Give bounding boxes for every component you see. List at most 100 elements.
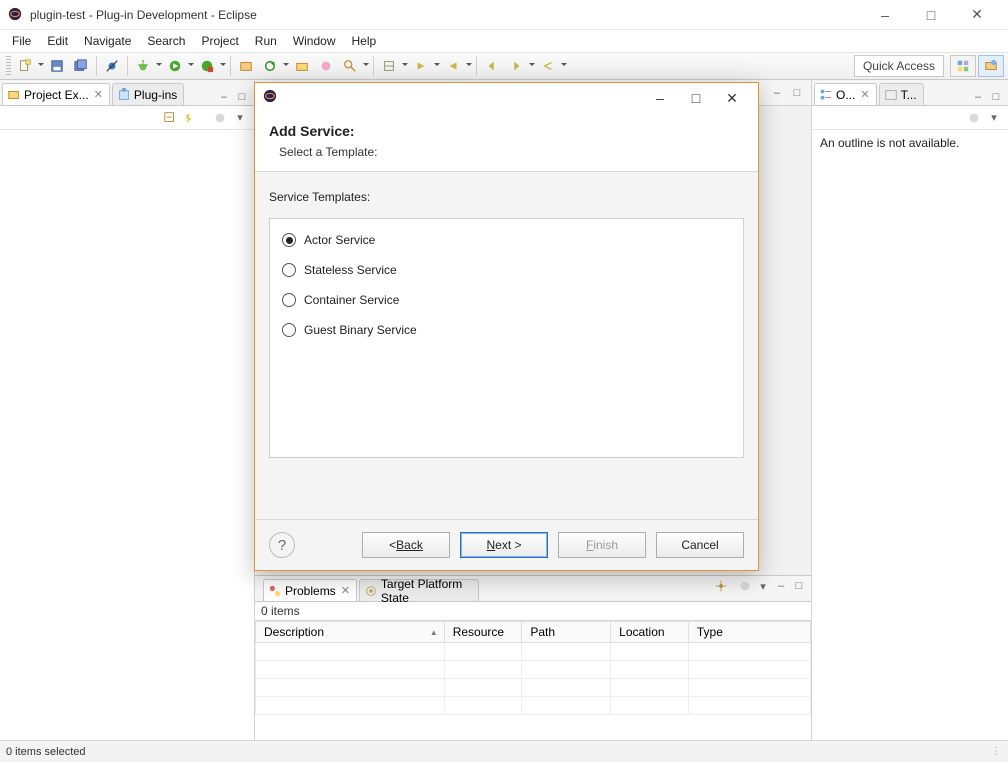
task-presentation-button[interactable]	[966, 110, 982, 126]
close-icon[interactable]: ✕	[860, 88, 869, 101]
tab-problems[interactable]: Problems ✕	[263, 579, 357, 601]
history-back-dropdown[interactable]	[560, 55, 568, 77]
external-tools-dropdown[interactable]	[219, 55, 227, 77]
window-titlebar: plugin-test - Plug-in Development - Ecli…	[0, 0, 1008, 30]
radio-label: Container Service	[304, 293, 399, 307]
menu-search[interactable]: Search	[139, 32, 193, 50]
col-path[interactable]: Path	[522, 622, 611, 643]
help-button[interactable]: ?	[269, 532, 295, 558]
menu-help[interactable]: Help	[344, 32, 385, 50]
pde-perspective-button[interactable]	[978, 55, 1004, 77]
outline-icon	[819, 88, 833, 102]
window-minimize-button[interactable]: ‒	[862, 0, 908, 30]
run-dropdown[interactable]	[187, 55, 195, 77]
run-button[interactable]	[164, 55, 186, 77]
debug-dropdown[interactable]	[155, 55, 163, 77]
radio-label: Actor Service	[304, 233, 375, 247]
toggle-mark-button[interactable]	[378, 55, 400, 77]
open-type-button[interactable]	[291, 55, 313, 77]
editor-minimize-button[interactable]: ‒	[769, 85, 785, 101]
close-icon[interactable]: ✕	[94, 88, 103, 101]
history-back-button[interactable]	[537, 55, 559, 77]
dialog-maximize-button[interactable]: □	[678, 84, 714, 112]
project-explorer-body[interactable]	[0, 130, 254, 740]
menu-project[interactable]: Project	[193, 32, 246, 50]
link-editor-button[interactable]	[182, 110, 198, 126]
window-maximize-button[interactable]: □	[908, 0, 954, 30]
close-icon[interactable]: ✕	[341, 584, 350, 597]
search-button[interactable]	[339, 55, 361, 77]
project-explorer-icon	[7, 88, 21, 102]
window-close-button[interactable]: ✕	[954, 0, 1000, 30]
next-annotation-dropdown[interactable]	[433, 55, 441, 77]
open-plugin-artifact-button[interactable]	[235, 55, 257, 77]
save-button[interactable]	[46, 55, 68, 77]
cancel-button[interactable]: Cancel	[656, 532, 744, 558]
col-resource[interactable]: Resource	[444, 622, 522, 643]
next-button[interactable]: Next >	[460, 532, 548, 558]
reload-target-button[interactable]	[259, 55, 281, 77]
collapse-all-button[interactable]	[162, 110, 178, 126]
finish-button[interactable]: Finish	[558, 532, 646, 558]
tab-task-list[interactable]: T...	[879, 83, 924, 105]
reload-target-dropdown[interactable]	[282, 55, 290, 77]
new-dropdown[interactable]	[37, 55, 45, 77]
view-maximize-button[interactable]: □	[234, 89, 250, 105]
view-minimize-button[interactable]: ‒	[970, 89, 986, 105]
debug-button[interactable]	[132, 55, 154, 77]
col-type[interactable]: Type	[688, 622, 810, 643]
nav-back-button[interactable]	[481, 55, 503, 77]
dialog-minimize-button[interactable]: ‒	[642, 84, 678, 112]
open-perspective-button[interactable]	[950, 55, 976, 77]
menu-file[interactable]: File	[4, 32, 39, 50]
quick-access-field[interactable]: Quick Access	[854, 55, 944, 77]
editor-maximize-button[interactable]: □	[789, 85, 805, 101]
save-all-button[interactable]	[70, 55, 92, 77]
focus-button[interactable]	[713, 578, 729, 594]
prev-annotation-dropdown[interactable]	[465, 55, 473, 77]
col-location[interactable]: Location	[611, 622, 689, 643]
menu-edit[interactable]: Edit	[39, 32, 76, 50]
search-dropdown[interactable]	[362, 55, 370, 77]
dialog-titlebar[interactable]: ‒ □ ✕	[255, 83, 758, 113]
menu-run[interactable]: Run	[247, 32, 285, 50]
tab-project-explorer[interactable]: Project Ex... ✕	[2, 83, 110, 105]
prev-annotation-button[interactable]	[442, 55, 464, 77]
radio-label: Guest Binary Service	[304, 323, 417, 337]
dialog-header: Add Service: Select a Template:	[255, 113, 758, 172]
menubar: File Edit Navigate Search Project Run Wi…	[0, 30, 1008, 52]
skip-breakpoints-button[interactable]	[101, 55, 123, 77]
view-minimize-button[interactable]: ‒	[773, 578, 789, 594]
radio-stateless-service[interactable]: Stateless Service	[282, 263, 731, 277]
focus-task-button[interactable]	[212, 110, 228, 126]
add-service-dialog: ‒ □ ✕ Add Service: Select a Template: Se…	[254, 82, 759, 571]
back-button[interactable]: < Back	[362, 532, 450, 558]
view-minimize-button[interactable]: ‒	[216, 89, 232, 105]
tab-plugins[interactable]: Plug-ins	[112, 83, 184, 105]
radio-guest-binary-service[interactable]: Guest Binary Service	[282, 323, 731, 337]
nav-forward-button[interactable]	[505, 55, 527, 77]
statusbar-grip: ⋮	[991, 746, 1002, 757]
view-menu-button[interactable]: ▾	[986, 110, 1002, 126]
filter-button[interactable]	[737, 578, 753, 594]
nav-forward-dropdown[interactable]	[528, 55, 536, 77]
radio-icon	[282, 323, 296, 337]
tab-target-platform-state[interactable]: Target Platform State	[359, 579, 479, 601]
menu-window[interactable]: Window	[285, 32, 344, 50]
radio-container-service[interactable]: Container Service	[282, 293, 731, 307]
external-tools-button[interactable]	[196, 55, 218, 77]
outline-empty-text: An outline is not available.	[820, 136, 959, 150]
view-menu-button[interactable]: ▾	[755, 578, 771, 594]
menu-navigate[interactable]: Navigate	[76, 32, 139, 50]
view-maximize-button[interactable]: □	[988, 89, 1004, 105]
problems-table[interactable]: Description▲ Resource Path Location Type	[255, 620, 811, 740]
tab-outline[interactable]: O... ✕	[814, 83, 877, 105]
view-menu-button[interactable]: ▾	[232, 110, 248, 126]
next-annotation-button[interactable]	[410, 55, 432, 77]
radio-actor-service[interactable]: Actor Service	[282, 233, 731, 247]
new-button[interactable]	[14, 55, 36, 77]
toggle-mark-dropdown[interactable]	[401, 55, 409, 77]
dialog-close-button[interactable]: ✕	[714, 84, 750, 112]
open-task-button[interactable]	[315, 55, 337, 77]
view-maximize-button[interactable]: □	[791, 578, 807, 594]
